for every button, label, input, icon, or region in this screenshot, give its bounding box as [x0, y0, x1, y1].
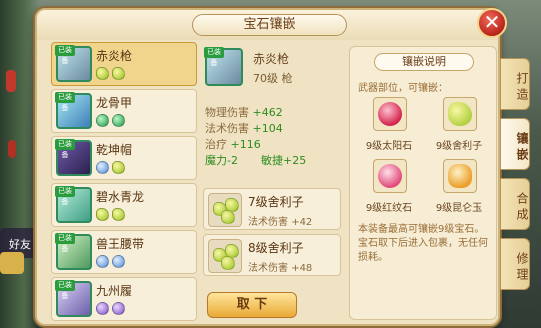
gem-slots — [96, 161, 128, 175]
gem-option-label: 9级昆仑玉 — [435, 203, 483, 214]
gem-slots — [96, 302, 128, 316]
detail-level: 70级 枪 — [253, 72, 293, 85]
equipment-thumbnail: 已装备 — [55, 280, 92, 317]
gem-option-label: 9级太阳石 — [365, 141, 413, 152]
slot-gem-name: 8级舍利子 — [248, 241, 304, 255]
inlaid-gem-slot[interactable]: 7级舍利子 法术伤害 +42 — [203, 188, 341, 230]
lantern-decoration — [6, 70, 16, 92]
gem-option-label: 9级舍利子 — [435, 141, 483, 152]
gem-icon — [112, 114, 125, 127]
item-name: 兽王腰带 — [96, 237, 145, 251]
equipment-thumbnail: 已装备 — [55, 233, 92, 270]
tab-inlay[interactable]: 镶嵌 — [500, 118, 530, 170]
gem-icon — [112, 255, 125, 268]
list-item[interactable]: 已装备 碧水青龙 — [51, 183, 197, 227]
close-icon[interactable]: ✕ — [477, 8, 507, 38]
gem-option-label: 9级红纹石 — [365, 203, 413, 214]
gem-slots — [96, 208, 128, 222]
gem-inlay-panel: 宝石镶嵌 已装备 赤炎枪 已装备 龙骨甲 已装备 乾坤帽 已装备 碧水青龙 已装… — [35, 8, 500, 326]
info-subtitle: 武器部位，可镶嵌： — [358, 83, 448, 94]
inlaid-gem-slot[interactable]: 8级舍利子 法术伤害 +48 — [203, 234, 341, 276]
item-name: 赤炎枪 — [96, 49, 133, 63]
gem-option[interactable]: 9级昆仑玉 — [428, 159, 490, 223]
gem-icon — [112, 302, 125, 315]
selected-equipment-thumbnail: 已装备 — [204, 47, 243, 86]
gem-icon — [96, 302, 109, 315]
list-item[interactable]: 已装备 赤炎枪 — [51, 42, 197, 86]
gem-icon — [96, 255, 109, 268]
detail-name: 赤炎枪 — [253, 52, 290, 66]
stat-special-1: 魔力-2 — [205, 154, 238, 167]
list-item[interactable]: 已装备 九州履 — [51, 277, 197, 321]
tab-synthesize[interactable]: 合成 — [500, 178, 530, 230]
equipment-list: 已装备 赤炎枪 已装备 龙骨甲 已装备 乾坤帽 已装备 碧水青龙 已装备 兽王腰… — [51, 42, 197, 326]
chat-icon[interactable] — [0, 252, 24, 274]
equipment-thumbnail: 已装备 — [55, 139, 92, 176]
list-item[interactable]: 已装备 龙骨甲 — [51, 89, 197, 133]
tab-repair[interactable]: 修理 — [500, 238, 530, 290]
item-name: 九州履 — [96, 284, 133, 298]
gem-slots — [96, 67, 128, 81]
equipped-tag: 已装备 — [55, 139, 75, 159]
inlay-info-panel: 镶嵌说明 武器部位，可镶嵌： 9级太阳石 9级舍利子 9级红纹石 9级昆仑玉 本… — [349, 46, 497, 320]
sun-stone-icon — [378, 102, 402, 126]
equipment-thumbnail: 已装备 — [55, 92, 92, 129]
gem-slots — [96, 255, 128, 269]
gem-option[interactable]: 9级太阳石 — [358, 97, 420, 161]
equipment-thumbnail: 已装备 — [55, 186, 92, 223]
equipped-tag: 已装备 — [55, 186, 75, 206]
sarira-icon — [448, 102, 472, 126]
gem-icon — [112, 161, 125, 174]
equipped-tag: 已装备 — [204, 47, 224, 67]
equipment-thumbnail: 已装备 — [55, 45, 92, 82]
red-vein-stone-icon — [378, 164, 402, 188]
tab-forge[interactable]: 打造 — [500, 58, 530, 110]
stat-heal: 治疗 +116 — [205, 138, 261, 151]
slot-gem-name: 7级舍利子 — [248, 195, 304, 209]
item-name: 龙骨甲 — [96, 96, 133, 110]
gem-icon — [96, 161, 109, 174]
list-item[interactable]: 已装备 兽王腰带 — [51, 230, 197, 274]
item-name: 乾坤帽 — [96, 143, 133, 157]
item-name: 碧水青龙 — [96, 190, 145, 204]
gem-icon — [208, 239, 242, 273]
equipped-tag: 已装备 — [55, 45, 75, 65]
gem-icon — [96, 208, 109, 221]
tree-decoration — [0, 0, 40, 328]
gem-icon — [96, 114, 109, 127]
stat-physical: 物理伤害 +462 — [205, 106, 283, 119]
info-note: 本装备最高可镶嵌9级宝石。宝石取下后进入包裹，无任何损耗。 — [358, 224, 488, 263]
gem-icon — [112, 67, 125, 80]
gem-slots — [96, 114, 128, 128]
gem-icon — [112, 208, 125, 221]
stat-special-2: 敏捷+25 — [261, 154, 307, 167]
take-off-button[interactable]: 取 下 — [207, 292, 297, 318]
gem-icon — [96, 67, 109, 80]
equipped-tag: 已装备 — [55, 280, 75, 300]
equipped-tag: 已装备 — [55, 233, 75, 253]
stat-magic: 法术伤害 +104 — [205, 122, 283, 135]
title-bar: 宝石镶嵌 — [37, 10, 498, 40]
slot-gem-attr: 法术伤害 +48 — [248, 263, 313, 274]
equipment-detail: 已装备 赤炎枪 70级 枪 物理伤害 +462 法术伤害 +104 治疗 +11… — [203, 46, 343, 176]
kunlun-jade-icon — [448, 164, 472, 188]
info-title: 镶嵌说明 — [374, 53, 474, 71]
equipped-tag: 已装备 — [55, 92, 75, 112]
list-item[interactable]: 已装备 乾坤帽 — [51, 136, 197, 180]
gem-option[interactable]: 9级红纹石 — [358, 159, 420, 223]
lantern-decoration — [8, 140, 16, 158]
gem-option[interactable]: 9级舍利子 — [428, 97, 490, 161]
window-title: 宝石镶嵌 — [192, 14, 347, 36]
gem-icon — [208, 193, 242, 227]
slot-gem-attr: 法术伤害 +42 — [248, 217, 313, 228]
